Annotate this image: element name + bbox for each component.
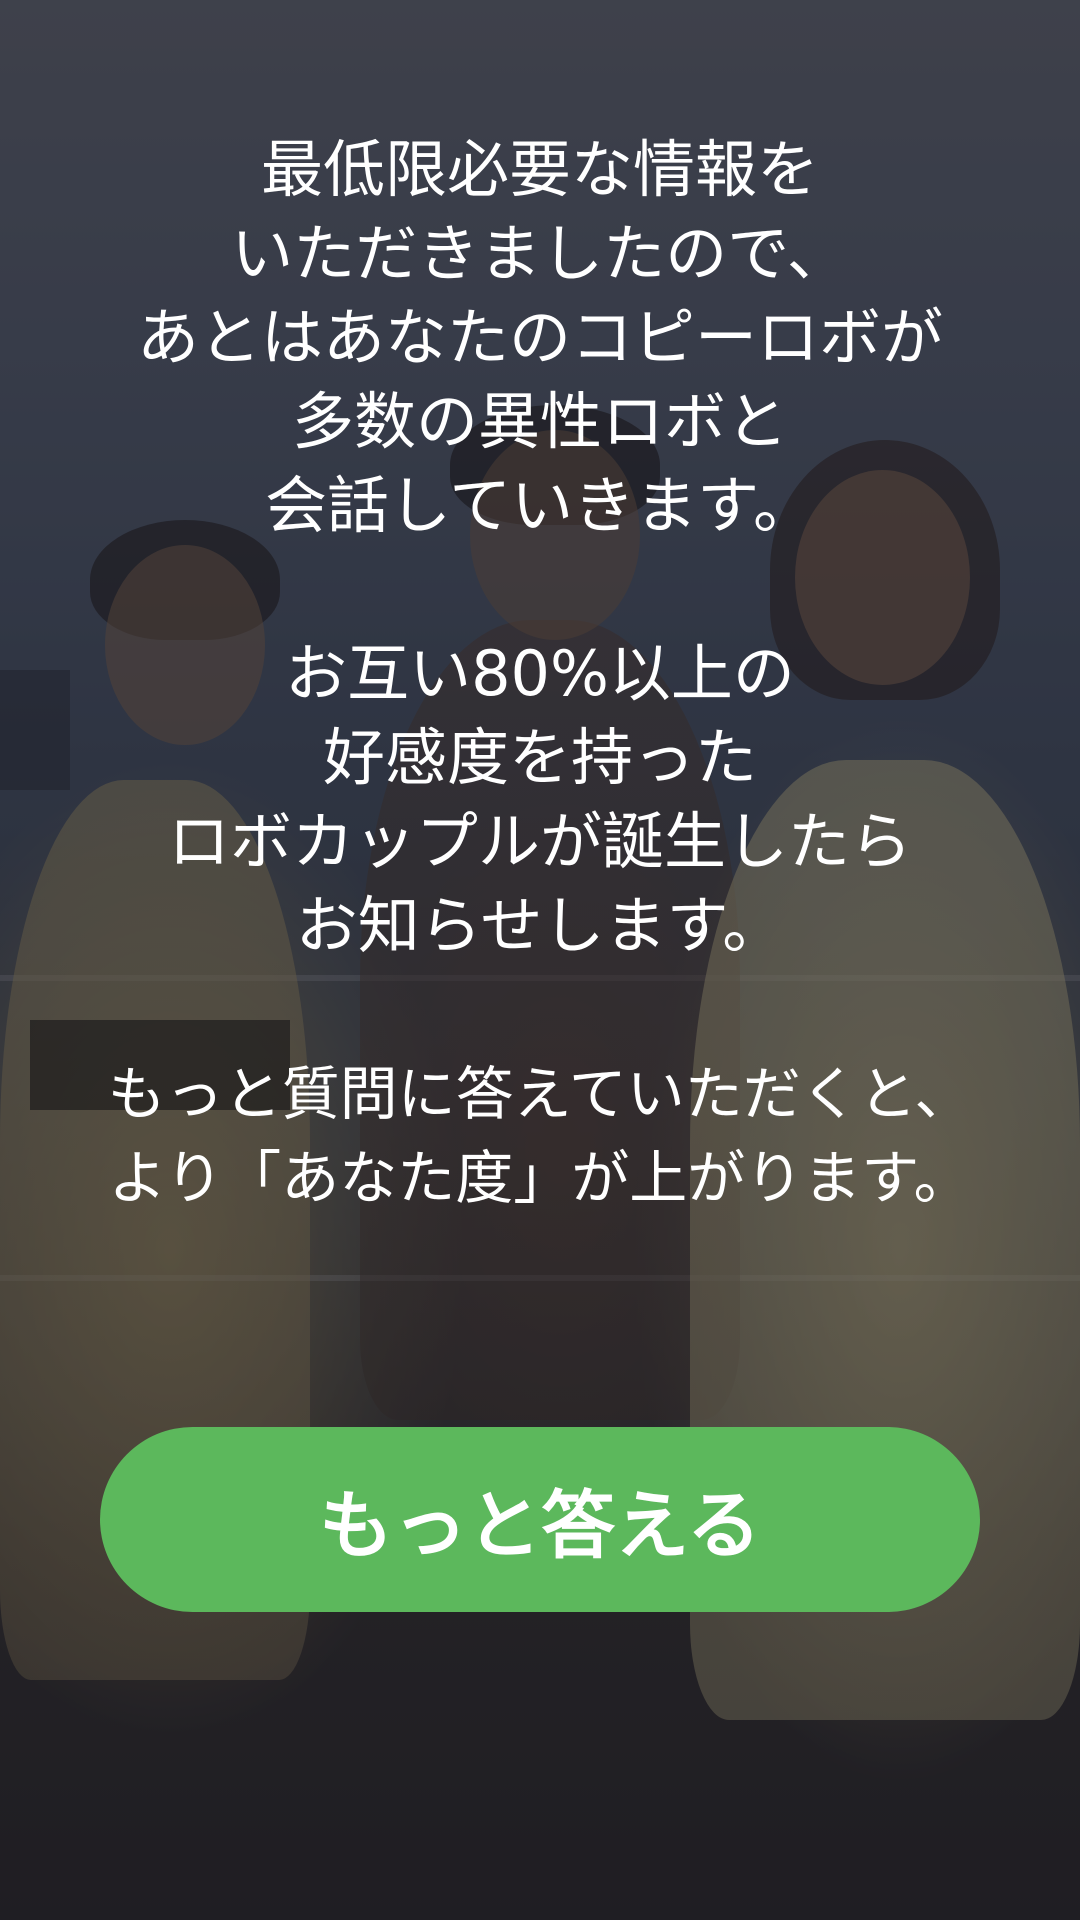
message-line: あとはあなたのコピーロボが — [136, 301, 943, 374]
info-message: 最低限必要な情報を いただきましたので、 あとはあなたのコピーロボが 多数の異性… — [0, 128, 1080, 1220]
message-line: ロボカップルが誕生したら — [167, 805, 912, 878]
message-line: お知らせします。 — [295, 889, 785, 962]
message-line: いただきましたので、 — [231, 217, 849, 290]
answer-more-button[interactable]: もっと答える — [100, 1427, 980, 1612]
message-line: 多数の異性ロボと — [291, 385, 788, 458]
message-line: 好感度を持った — [322, 721, 757, 794]
message-line: 最低限必要な情報を — [260, 133, 819, 206]
screen: 最低限必要な情報を いただきましたので、 あとはあなたのコピーロボが 多数の異性… — [0, 0, 1080, 1920]
message-paragraph-2: お互い80%以上の 好感度を持った ロボカップルが誕生したら お知らせします。 — [0, 632, 1080, 968]
message-paragraph-3: もっと質問に答えていただくと、 より「あなた度」が上がります。 — [0, 1052, 1080, 1220]
message-line: お互い80%以上の — [285, 637, 795, 710]
message-line: より「あなた度」が上がります。 — [108, 1144, 972, 1212]
message-line: もっと質問に答えていただくと、 — [107, 1060, 973, 1128]
message-line: 会話していきます。 — [265, 469, 815, 542]
message-paragraph-1: 最低限必要な情報を いただきましたので、 あとはあなたのコピーロボが 多数の異性… — [0, 128, 1080, 548]
